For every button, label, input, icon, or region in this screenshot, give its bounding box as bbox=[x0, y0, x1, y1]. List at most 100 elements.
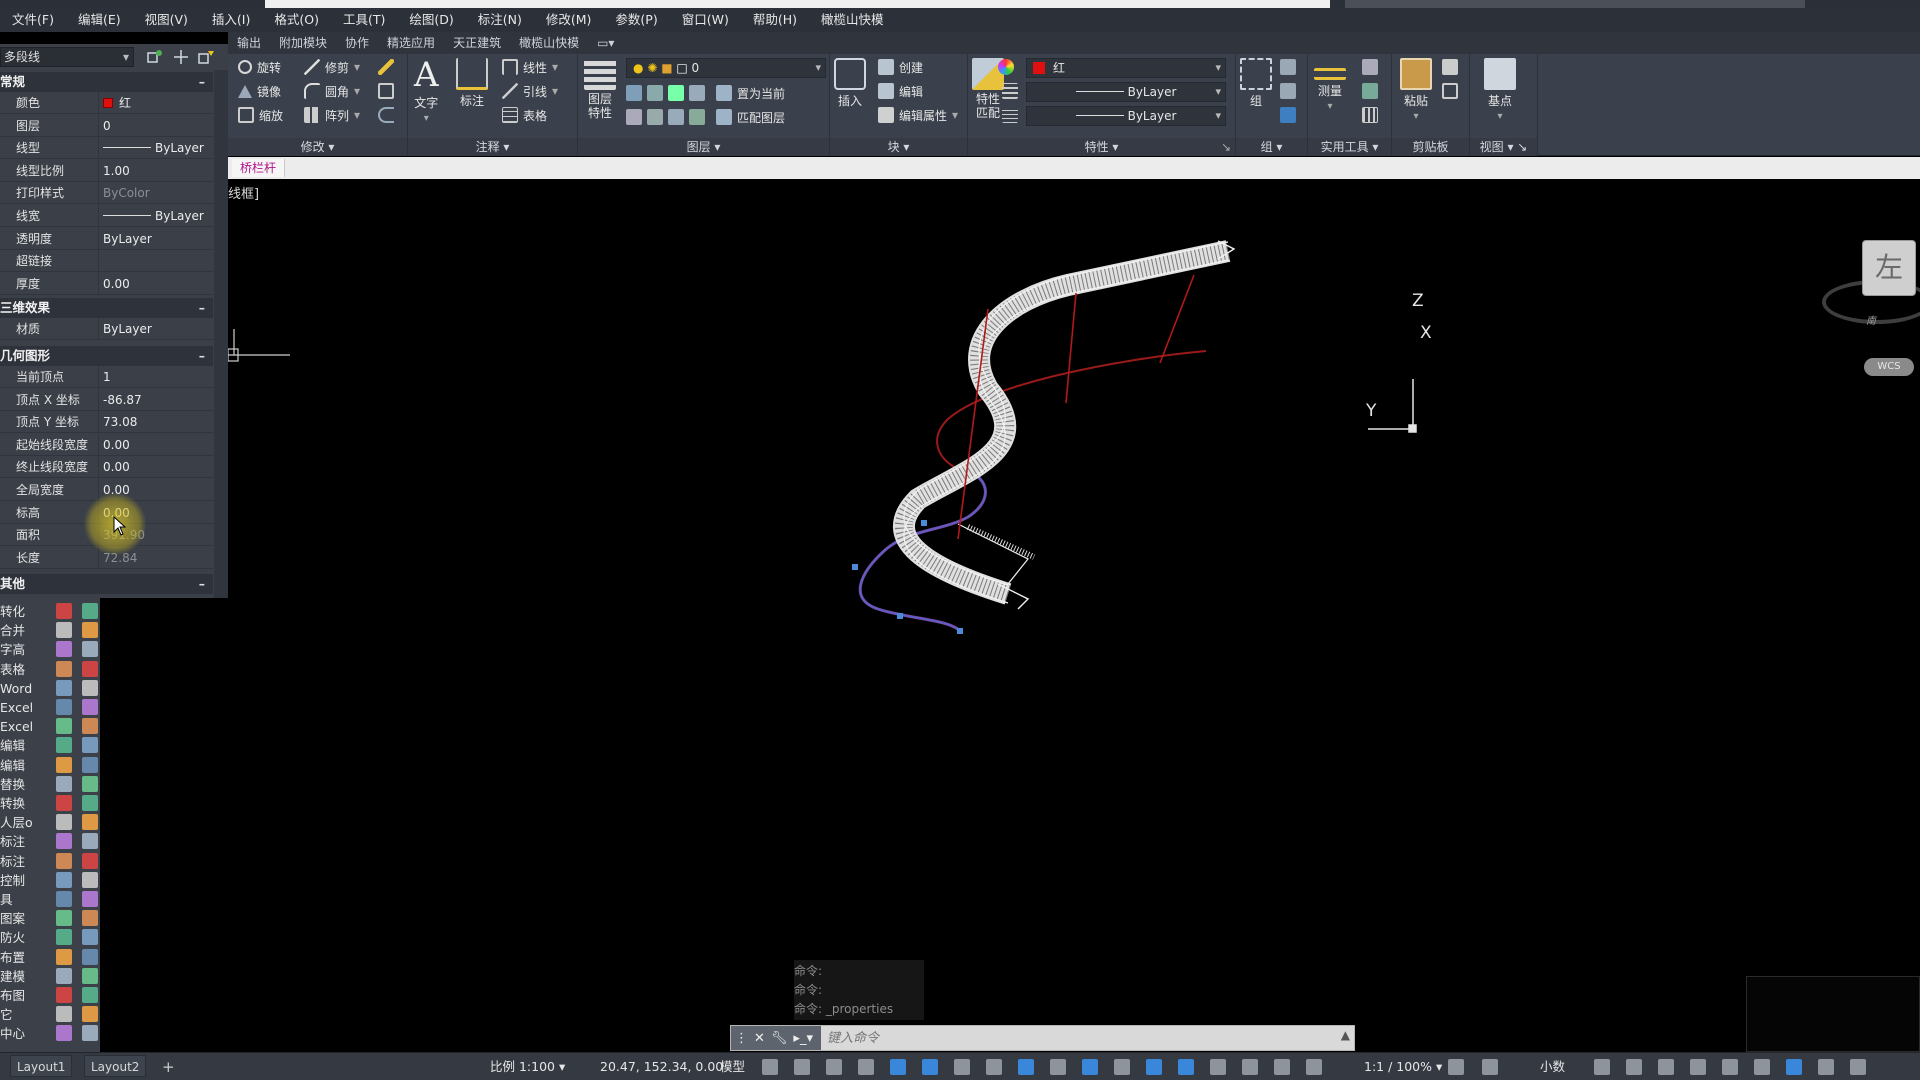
gizmo-icon[interactable] bbox=[1242, 1059, 1258, 1075]
menu-format[interactable]: 格式(O) bbox=[262, 8, 331, 32]
dynamic-input-icon[interactable] bbox=[1178, 1059, 1194, 1075]
color-wheel-button[interactable] bbox=[998, 56, 1014, 78]
match-layer-button[interactable]: 匹配图层 bbox=[716, 106, 785, 128]
property-value[interactable]: 1.00 bbox=[98, 159, 213, 182]
property-value[interactable]: ByColor bbox=[98, 182, 213, 205]
tool-icon[interactable] bbox=[82, 910, 98, 927]
property-value[interactable]: 0.00 bbox=[98, 272, 213, 295]
property-row[interactable]: 透明度 ByLayer bbox=[0, 227, 213, 250]
menu-tools[interactable]: 工具(T) bbox=[331, 8, 397, 32]
tool-icon[interactable] bbox=[56, 756, 72, 773]
wrench-icon[interactable]: 🔧︎ bbox=[771, 1031, 788, 1046]
tab-layout2[interactable]: Layout2 bbox=[84, 1055, 147, 1077]
tool-icon[interactable] bbox=[56, 967, 72, 984]
viewcube-face[interactable]: 左 bbox=[1862, 240, 1916, 296]
file-tab[interactable]: 桥栏杆 bbox=[232, 159, 286, 177]
tool-item-label[interactable]: Excel bbox=[0, 698, 46, 717]
set-current-button[interactable]: 置为当前 bbox=[716, 82, 785, 104]
annotation-scale-dropdown[interactable]: 1:1 / 100% ▾ bbox=[1364, 1053, 1442, 1080]
property-value[interactable]: 0 bbox=[98, 114, 213, 137]
property-value[interactable]: 73.08 bbox=[98, 411, 213, 434]
plus-icon[interactable] bbox=[1482, 1059, 1498, 1075]
property-value[interactable]: ByLayer bbox=[98, 205, 213, 227]
tool-icon[interactable] bbox=[82, 871, 98, 888]
search-area[interactable] bbox=[1345, 0, 1805, 8]
help-icon[interactable] bbox=[1850, 1059, 1866, 1075]
tool-icon[interactable] bbox=[56, 1025, 72, 1042]
property-value[interactable]: 红 bbox=[98, 92, 213, 114]
leader-button[interactable]: 引线 ▾ bbox=[502, 80, 558, 102]
menu-dimension[interactable]: 标注(N) bbox=[466, 8, 534, 32]
transparency-icon[interactable] bbox=[1082, 1059, 1098, 1075]
grip-handle-icon[interactable]: ⋮ bbox=[735, 1031, 748, 1046]
tool-icon[interactable] bbox=[82, 948, 98, 965]
cut-button[interactable] bbox=[1442, 56, 1458, 78]
trim-button[interactable]: 修剪 ▾ bbox=[304, 56, 360, 78]
property-row[interactable]: 打印样式 ByColor bbox=[0, 182, 213, 205]
add-layout-button[interactable]: + bbox=[162, 1053, 175, 1080]
property-value[interactable]: ByLayer bbox=[98, 318, 213, 340]
tool-item-label[interactable]: 表格 bbox=[0, 660, 46, 679]
tool-item-label[interactable]: 合并 bbox=[0, 621, 46, 640]
tool-icon[interactable] bbox=[56, 833, 72, 850]
infer-icon[interactable] bbox=[826, 1059, 842, 1075]
tool-item-label[interactable]: 标注 bbox=[0, 832, 46, 851]
tool-item-label[interactable]: 替换 bbox=[0, 775, 46, 794]
edit-block-button[interactable]: 编辑 bbox=[878, 80, 923, 102]
tool-icon[interactable] bbox=[82, 756, 98, 773]
tool-icon[interactable] bbox=[82, 718, 98, 735]
tool-icon[interactable] bbox=[56, 795, 72, 811]
tab-addins[interactable]: 附加模块 bbox=[270, 32, 336, 54]
tool-item-label[interactable]: 图案 bbox=[0, 909, 46, 928]
menu-draw[interactable]: 绘图(D) bbox=[397, 8, 465, 32]
section-3d-effects[interactable]: 三维效果 – bbox=[0, 298, 213, 318]
polar-icon[interactable] bbox=[922, 1059, 938, 1075]
properties-icon[interactable] bbox=[1786, 1059, 1802, 1075]
property-value[interactable] bbox=[98, 250, 213, 273]
workspace-icon[interactable] bbox=[1594, 1059, 1610, 1075]
table-button[interactable]: 表格 bbox=[502, 104, 547, 126]
lineweight-icon-button[interactable] bbox=[1002, 104, 1018, 126]
chevron-up-icon[interactable]: ▲ bbox=[1341, 1028, 1350, 1042]
selection-filter-icon[interactable] bbox=[1210, 1059, 1226, 1075]
group-edit-button[interactable] bbox=[1280, 80, 1296, 102]
tab-olive-mountain[interactable]: 橄榄山快模 bbox=[510, 32, 588, 54]
tool-item-label[interactable]: 具 bbox=[0, 890, 46, 909]
tool-icon[interactable] bbox=[82, 967, 98, 984]
property-row[interactable]: 当前顶点 1 bbox=[0, 366, 213, 388]
panel-group-title[interactable]: 组 ▾ bbox=[1236, 138, 1307, 156]
property-row[interactable]: 起始线段宽度 0.00 bbox=[0, 433, 213, 456]
tool-item-label[interactable]: 编辑 bbox=[0, 756, 46, 775]
text-button[interactable]: A 文字 ▾ bbox=[414, 58, 439, 124]
menu-modify[interactable]: 修改(M) bbox=[534, 8, 604, 32]
tool-item-label[interactable]: 布图 bbox=[0, 986, 46, 1005]
tool-icon[interactable] bbox=[82, 987, 98, 1003]
layer-tools-row2[interactable] bbox=[626, 106, 705, 128]
tool-item-label[interactable]: 布置 bbox=[0, 948, 46, 967]
tool-icon[interactable] bbox=[82, 660, 98, 677]
tool-icon[interactable] bbox=[56, 679, 72, 696]
rotate-button[interactable]: 旋转 bbox=[238, 56, 281, 78]
tool-icon[interactable] bbox=[82, 929, 98, 946]
section-general[interactable]: 常规 – bbox=[0, 72, 213, 92]
property-value[interactable]: -86.87 bbox=[98, 388, 213, 411]
quick-select-icon[interactable] bbox=[198, 49, 216, 65]
menu-view[interactable]: 视图(V) bbox=[133, 8, 200, 32]
insert-button[interactable]: 插入 bbox=[834, 58, 866, 109]
settings-gear-icon[interactable] bbox=[1448, 1059, 1464, 1075]
linetype-dropdown[interactable]: ByLayer bbox=[1026, 82, 1226, 102]
linetype-icon-button[interactable] bbox=[1002, 80, 1018, 102]
lineweight-icon[interactable] bbox=[1050, 1059, 1066, 1075]
tool-icon[interactable] bbox=[82, 891, 98, 907]
tool-icon[interactable] bbox=[56, 737, 72, 754]
offset-button[interactable] bbox=[378, 104, 394, 126]
tool-item-label[interactable]: Excel bbox=[0, 717, 46, 736]
tool-icon[interactable] bbox=[82, 833, 98, 850]
tool-item-label[interactable]: 控制 bbox=[0, 871, 46, 890]
tool-icon[interactable] bbox=[56, 699, 72, 715]
property-row[interactable]: 材质 ByLayer bbox=[0, 318, 213, 340]
viewcube-direction-label[interactable]: 南 bbox=[1866, 312, 1876, 327]
property-row[interactable]: 顶点 X 坐标 -86.87 bbox=[0, 388, 213, 411]
tool-item-label[interactable]: 中心 bbox=[0, 1024, 46, 1043]
tool-item-label[interactable]: 建模 bbox=[0, 967, 46, 986]
